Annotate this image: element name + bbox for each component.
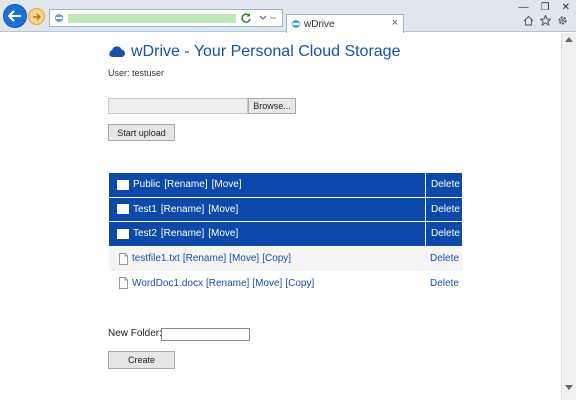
- rename-link[interactable]: [Rename]: [161, 204, 204, 215]
- browse-button[interactable]: Browse...: [248, 98, 296, 114]
- tab-close-button[interactable]: ×: [392, 17, 398, 29]
- forward-button[interactable]: [28, 8, 45, 25]
- folder-row: Public [Rename] [Move] Delete: [109, 173, 462, 198]
- folder-row: Test1 [Rename] [Move] Delete: [109, 197, 462, 222]
- delete-link[interactable]: Delete: [425, 247, 462, 272]
- copy-link[interactable]: [Copy]: [285, 278, 314, 289]
- address-url-redacted: [68, 14, 236, 23]
- rename-link[interactable]: [Rename]: [161, 228, 204, 239]
- page-content: wDrive - Your Personal Cloud Storage Use…: [0, 33, 561, 400]
- folder-row: Test2 [Rename] [Move] Delete: [109, 222, 462, 247]
- browser-tab[interactable]: wDrive ×: [286, 14, 404, 33]
- back-button[interactable]: [3, 4, 27, 28]
- delete-link[interactable]: Delete: [425, 197, 462, 221]
- folder-icon: [117, 179, 129, 190]
- favorites-star-icon[interactable]: [540, 15, 551, 26]
- folder-name-link[interactable]: Test1: [133, 204, 157, 215]
- file-name-link[interactable]: testfile1.txt: [132, 253, 180, 264]
- file-row: testfile1.txt [Rename] [Move] [Copy] Del…: [109, 246, 462, 272]
- gear-icon[interactable]: [557, 15, 568, 26]
- move-link[interactable]: [Move]: [229, 253, 259, 264]
- rename-link[interactable]: [Rename]: [183, 253, 226, 264]
- document-icon: [119, 252, 128, 265]
- folder-icon: [117, 228, 129, 239]
- file-upload-field[interactable]: Browse...: [108, 98, 296, 114]
- cloud-icon: [109, 46, 125, 57]
- document-icon: [119, 277, 128, 290]
- folder-name-link[interactable]: Test2: [133, 228, 157, 239]
- arrow-right-icon: [33, 13, 41, 20]
- file-list: Public [Rename] [Move] Delete Test1 [Ren…: [109, 173, 462, 296]
- maximize-button[interactable]: ❐: [541, 2, 550, 13]
- move-link[interactable]: [Move]: [252, 278, 282, 289]
- minimize-button[interactable]: —: [519, 2, 529, 13]
- rename-link[interactable]: [Rename]: [206, 278, 249, 289]
- vertical-scrollbar[interactable]: [561, 33, 576, 400]
- tab-title: wDrive: [304, 19, 335, 30]
- refresh-icon[interactable]: [240, 12, 252, 24]
- scroll-up-icon[interactable]: [565, 37, 573, 42]
- delete-link[interactable]: Delete: [425, 222, 462, 246]
- move-link[interactable]: [Move]: [208, 204, 238, 215]
- delete-link[interactable]: Delete: [425, 271, 462, 296]
- search-dropdown-icon[interactable]: [258, 13, 278, 23]
- copy-link[interactable]: [Copy]: [262, 253, 291, 264]
- new-folder-label: New Folder:: [108, 328, 162, 339]
- file-name-link[interactable]: WordDoc1.docx: [132, 278, 203, 289]
- file-row: WordDoc1.docx [Rename] [Move] [Copy] Del…: [109, 271, 462, 296]
- user-label: User: testuser: [108, 68, 165, 78]
- ie-tab-icon: [292, 20, 300, 28]
- ie-page-icon: [55, 14, 63, 22]
- scroll-down-icon[interactable]: [565, 385, 573, 390]
- folder-icon: [117, 204, 129, 215]
- move-link[interactable]: [Move]: [212, 179, 242, 190]
- delete-link[interactable]: Delete: [425, 173, 462, 197]
- new-folder-input[interactable]: [161, 328, 250, 341]
- close-window-button[interactable]: ✕: [562, 2, 570, 13]
- move-link[interactable]: [Move]: [208, 228, 238, 239]
- create-folder-button[interactable]: Create: [108, 351, 175, 369]
- page-title: wDrive - Your Personal Cloud Storage: [131, 43, 401, 60]
- page-header: wDrive - Your Personal Cloud Storage: [108, 43, 400, 61]
- file-path-input[interactable]: [108, 98, 248, 114]
- rename-link[interactable]: [Rename]: [164, 179, 207, 190]
- address-bar[interactable]: [49, 9, 283, 27]
- start-upload-button[interactable]: Start upload: [108, 124, 175, 141]
- browser-toolbar: wDrive × — ❐ ✕: [0, 0, 576, 33]
- window-controls: — ❐ ✕: [519, 2, 570, 13]
- arrow-left-icon: [8, 10, 21, 22]
- home-icon[interactable]: [523, 15, 534, 26]
- folder-name-link[interactable]: Public: [133, 179, 160, 190]
- browser-command-icons: [523, 15, 568, 26]
